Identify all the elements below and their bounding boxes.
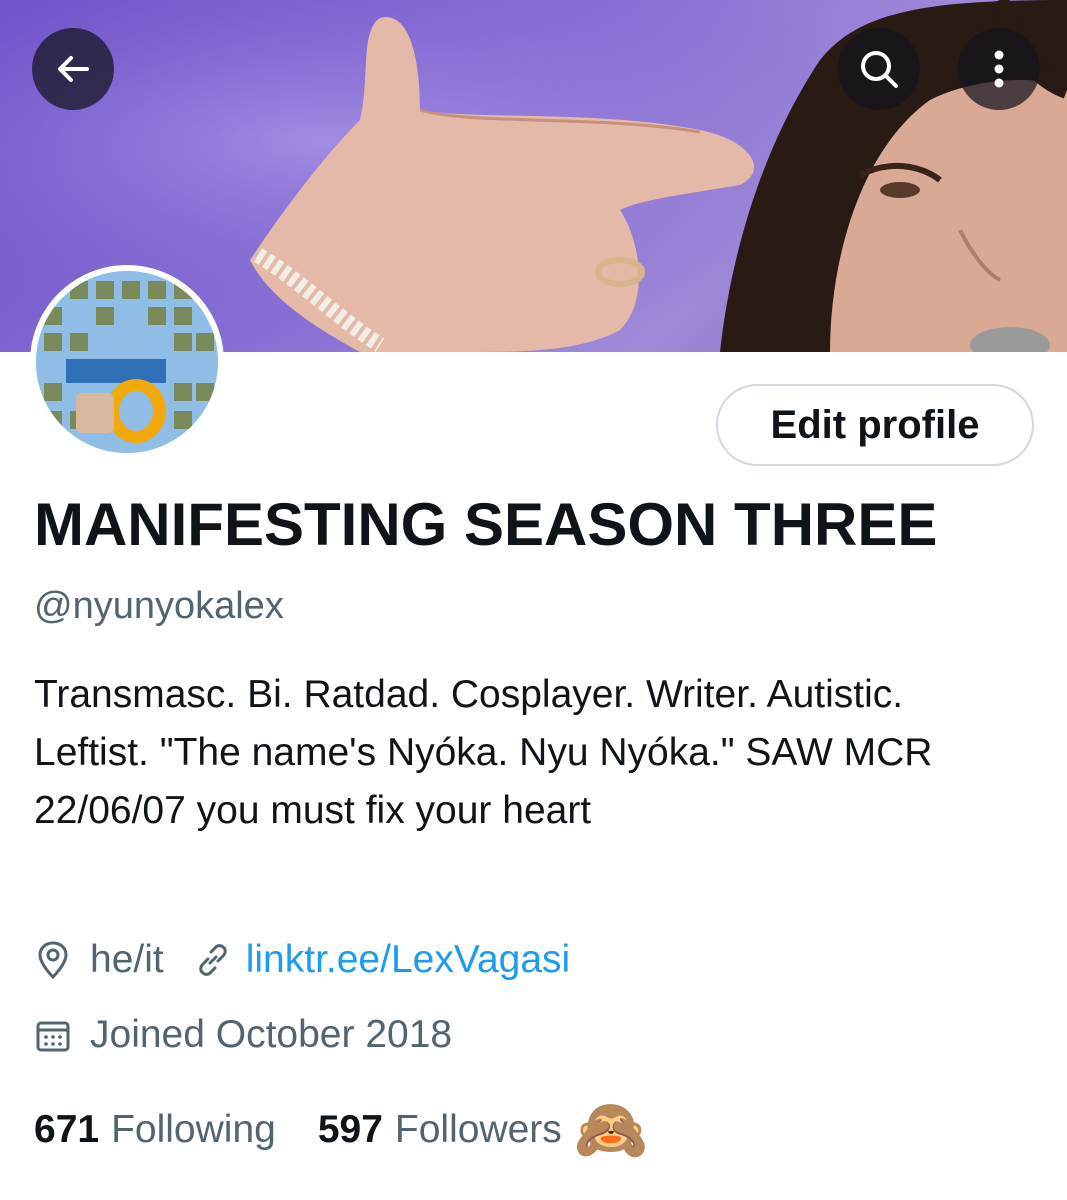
more-vertical-icon bbox=[994, 50, 1004, 88]
follow-stats: 671 Following 597 Followers 🙈 bbox=[34, 1100, 649, 1160]
website-link[interactable]: linktr.ee/LexVagasi bbox=[246, 938, 570, 982]
edit-profile-button[interactable]: Edit profile bbox=[716, 384, 1034, 466]
following-label: Following bbox=[111, 1108, 276, 1151]
joined-row: Joined October 2018 bbox=[34, 1013, 452, 1057]
see-no-evil-monkey-emoji: 🙈 bbox=[573, 1096, 649, 1163]
avatar-image bbox=[36, 271, 218, 453]
user-handle: @nyunyokalex bbox=[34, 585, 284, 627]
search-button[interactable] bbox=[838, 28, 920, 110]
profile-meta-row: he/it linktr.ee/LexVagasi bbox=[34, 938, 570, 982]
followers-count: 597 bbox=[317, 1108, 383, 1151]
followers-stat[interactable]: 597 Followers bbox=[318, 1108, 562, 1152]
followers-label: Followers bbox=[394, 1108, 562, 1151]
arrow-left-icon bbox=[58, 56, 89, 82]
search-icon bbox=[861, 51, 898, 88]
back-button[interactable] bbox=[32, 28, 114, 110]
location-pin-icon bbox=[34, 940, 72, 980]
following-stat[interactable]: 671 Following bbox=[34, 1108, 276, 1152]
following-count: 671 bbox=[34, 1108, 100, 1151]
avatar[interactable] bbox=[30, 265, 224, 459]
calendar-icon bbox=[34, 1016, 72, 1054]
display-name: MANIFESTING SEASON THREE bbox=[34, 491, 938, 558]
location-text: he/it bbox=[90, 938, 164, 981]
joined-date: Joined October 2018 bbox=[90, 1013, 453, 1056]
more-button[interactable] bbox=[958, 28, 1040, 110]
link-icon bbox=[194, 941, 232, 979]
profile-bio: Transmasc. Bi. Ratdad. Cosplayer. Writer… bbox=[34, 673, 933, 832]
